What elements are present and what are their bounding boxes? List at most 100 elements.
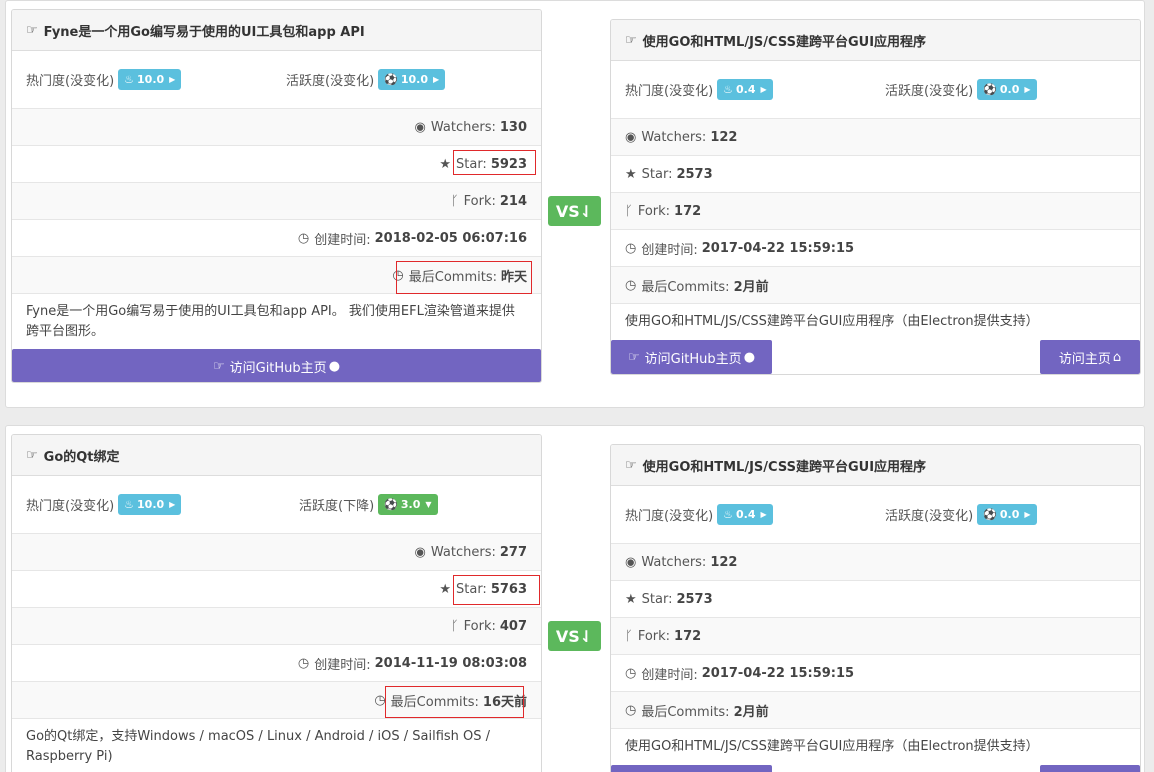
activity-label: 活跃度(没变化) [885, 84, 974, 99]
caret-right-icon: ▶ [1024, 85, 1031, 94]
activity-badge[interactable]: ⚽ 0.0 ▶ [977, 79, 1037, 100]
soccer-ball-icon: ⚽ [384, 73, 398, 86]
vs-badge: VS⇃ [548, 196, 601, 226]
home-icon: ⌂ [1112, 349, 1122, 365]
star-row: ★ Star: 2573 [611, 580, 1140, 617]
star-highlight [453, 150, 536, 175]
caret-right-icon: ▶ [760, 510, 767, 519]
clock-icon: ◷ [625, 277, 637, 293]
hot-label: 热门度(没变化) [26, 74, 115, 89]
caret-right-icon: ▶ [169, 500, 176, 509]
popularity-row: 热门度(没变化) ♨ 0.4 ▶ 活跃度(没变化) ⚽ 0.0 ▶ [611, 486, 1140, 543]
eye-icon: ◉ [414, 119, 426, 135]
fork-row: ᚴ Fork: 214 [12, 182, 541, 219]
caret-right-icon: ▶ [433, 75, 440, 84]
commits-row: ◷ 最后Commits: 2月前 [611, 266, 1140, 303]
created-row: ◷ 创建时间: 2018-02-05 06:07:16 [12, 219, 541, 256]
github-button[interactable]: ☞ 访问GitHub主页 ● [611, 340, 772, 374]
github-icon: ● [328, 358, 341, 374]
activity-badge[interactable]: ⚽ 0.0 ▶ [977, 504, 1037, 525]
hot-badge[interactable]: ♨ 10.0 ▶ [118, 69, 182, 90]
star-icon: ★ [625, 166, 637, 182]
fork-row: ᚴ Fork: 407 [12, 607, 541, 644]
fork-row: ᚴ Fork: 172 [611, 192, 1140, 229]
project-title[interactable]: Go的Qt绑定 [44, 446, 120, 465]
project-title[interactable]: 使用GO和HTML/JS/CSS建跨平台GUI应用程序 [643, 31, 926, 50]
watchers-row: ◉ Watchers: 122 [611, 118, 1140, 155]
eye-icon: ◉ [625, 554, 637, 570]
project-title[interactable]: 使用GO和HTML/JS/CSS建跨平台GUI应用程序 [643, 456, 926, 475]
created-row: ◷ 创建时间: 2014-11-19 08:03:08 [12, 644, 541, 681]
eye-icon: ◉ [414, 544, 426, 560]
activity-label: 活跃度(没变化) [885, 509, 974, 524]
project-description: Go的Qt绑定，支持Windows / macOS / Linux / Andr… [12, 718, 541, 772]
commits-highlight [385, 686, 524, 718]
comparison-section-2: ☞ Go的Qt绑定 热门度(没变化) ♨ 10.0 ▶ 活跃度(下降) ⚽ 3.0 ▼ … [5, 425, 1145, 772]
clock-icon: ◷ [297, 655, 310, 671]
project-title[interactable]: Fyne是一个用Go编写易于使用的UI工具包和app API [44, 21, 365, 40]
hot-badge[interactable]: ♨ 0.4 ▶ [717, 79, 773, 100]
fork-icon: ᚴ [450, 193, 459, 209]
activity-badge[interactable]: ⚽ 3.0 ▼ [378, 494, 438, 515]
fork-icon: ᚴ [450, 618, 459, 634]
github-button[interactable]: ☞ 访问GitHub主页 ● [12, 349, 541, 382]
created-row: ◷ 创建时间: 2017-04-22 15:59:15 [611, 654, 1140, 691]
soccer-ball-icon: ⚽ [384, 498, 398, 511]
hot-label: 热门度(没变化) [26, 499, 115, 514]
project-title-header: ☞ Fyne是一个用Go编写易于使用的UI工具包和app API [12, 10, 541, 51]
popularity-row: 热门度(没变化) ♨ 10.0 ▶ 活跃度(没变化) ⚽ 10.0 ▶ [12, 51, 541, 108]
fire-icon: ♨ [124, 498, 135, 511]
soccer-ball-icon: ⚽ [983, 508, 997, 521]
project-description: 使用GO和HTML/JS/CSS建跨平台GUI应用程序（由Electron提供支… [611, 303, 1140, 340]
project-card-right: ☞ 使用GO和HTML/JS/CSS建跨平台GUI应用程序 热门度(没变化) ♨… [610, 444, 1141, 772]
hot-badge[interactable]: ♨ 0.4 ▶ [717, 504, 773, 525]
activity-badge[interactable]: ⚽ 10.0 ▶ [378, 69, 446, 90]
github-icon: ● [743, 349, 756, 365]
caret-right-icon: ▶ [169, 75, 176, 84]
vs-badge: VS⇃ [548, 621, 601, 651]
eye-icon: ◉ [625, 129, 637, 145]
clock-icon: ◷ [625, 702, 637, 718]
fork-icon: ᚴ [625, 628, 633, 644]
project-description: 使用GO和HTML/JS/CSS建跨平台GUI应用程序（由Electron提供支… [611, 728, 1140, 765]
caret-right-icon: ▶ [760, 85, 767, 94]
created-row: ◷ 创建时间: 2017-04-22 15:59:15 [611, 229, 1140, 266]
thumbs-up-icon: ☞ [212, 358, 225, 374]
fire-icon: ♨ [124, 73, 135, 86]
clock-icon: ◷ [374, 692, 386, 708]
project-card-left: ☞ Go的Qt绑定 热门度(没变化) ♨ 10.0 ▶ 活跃度(下降) ⚽ 3.0 ▼ … [11, 434, 542, 772]
commits-highlight [396, 261, 532, 294]
thumbs-up-icon: ☞ [625, 32, 637, 48]
fork-row: ᚴ Fork: 172 [611, 617, 1140, 654]
github-button[interactable] [611, 765, 772, 772]
thumbs-up-icon: ☞ [26, 22, 38, 38]
star-highlight [453, 575, 540, 605]
hot-label: 热门度(没变化) [625, 84, 714, 99]
thumbs-up-icon: ☞ [627, 349, 640, 365]
thumbs-up-icon: ☞ [26, 447, 38, 463]
popularity-row: 热门度(没变化) ♨ 10.0 ▶ 活跃度(下降) ⚽ 3.0 ▼ [12, 476, 541, 533]
star-icon: ★ [439, 156, 451, 172]
home-button[interactable]: 访问主页 ⌂ [1040, 340, 1140, 374]
activity-label: 活跃度(没变化) [286, 74, 375, 89]
watchers-row: ◉ Watchers: 130 [12, 108, 541, 145]
caret-down-icon: ▼ [425, 500, 432, 509]
thumbs-up-icon: ☞ [625, 457, 637, 473]
soccer-ball-icon: ⚽ [983, 83, 997, 96]
project-title-header: ☞ 使用GO和HTML/JS/CSS建跨平台GUI应用程序 [611, 20, 1140, 61]
watchers-row: ◉ Watchers: 122 [611, 543, 1140, 580]
star-row: ★ Star: 2573 [611, 155, 1140, 192]
hot-label: 热门度(没变化) [625, 509, 714, 524]
star-icon: ★ [439, 581, 451, 597]
caret-right-icon: ▶ [1024, 510, 1031, 519]
popularity-row: 热门度(没变化) ♨ 0.4 ▶ 活跃度(没变化) ⚽ 0.0 ▶ [611, 61, 1140, 118]
clock-icon: ◷ [297, 230, 310, 246]
clock-icon: ◷ [625, 240, 637, 256]
project-description: Fyne是一个用Go编写易于使用的UI工具包和app API。 我们使用EFL渲… [12, 293, 541, 350]
home-button[interactable] [1040, 765, 1140, 772]
comparison-section-1: ☞ Fyne是一个用Go编写易于使用的UI工具包和app API 热门度(没变化… [5, 0, 1145, 408]
fire-icon: ♨ [723, 83, 734, 96]
activity-label: 活跃度(下降) [299, 499, 375, 514]
hot-badge[interactable]: ♨ 10.0 ▶ [118, 494, 182, 515]
project-title-header: ☞ Go的Qt绑定 [12, 435, 541, 476]
